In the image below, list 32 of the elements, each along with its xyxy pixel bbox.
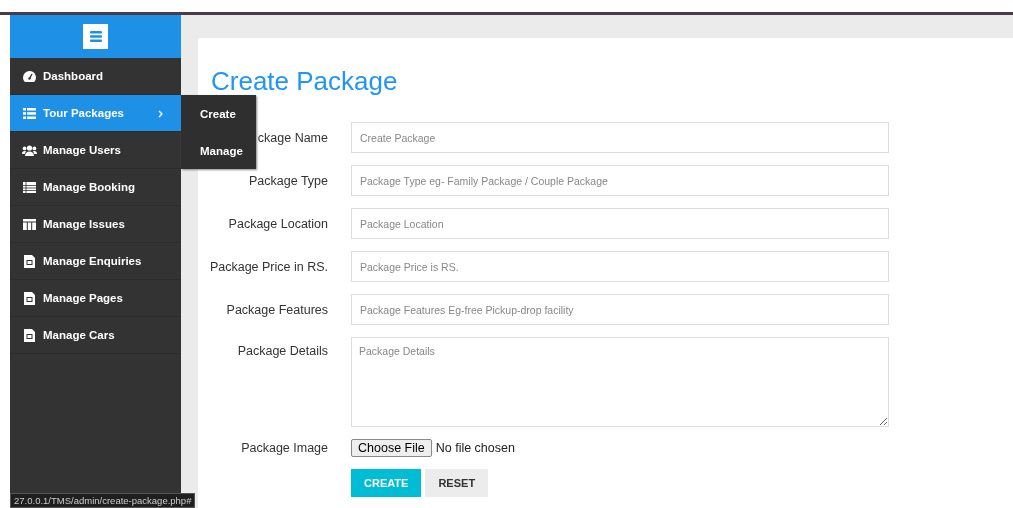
text-area[interactable]: Package Details xyxy=(351,337,889,427)
field-label: Package Price in RS. xyxy=(209,259,328,274)
field-label: Package Image xyxy=(241,441,328,455)
field-label: Package Type xyxy=(249,173,328,188)
menu-icon xyxy=(89,31,102,42)
list-icon xyxy=(23,107,36,119)
table-icon xyxy=(23,181,36,193)
page-title: Create Package xyxy=(211,66,398,97)
field-label: Package Details xyxy=(237,343,328,358)
document-icon xyxy=(24,328,35,342)
file-status: No file chosen xyxy=(435,441,515,455)
document-icon xyxy=(24,254,35,268)
grid-icon xyxy=(23,218,36,230)
field-label: ckage Name xyxy=(257,130,328,145)
field-label: Package Location xyxy=(228,216,328,231)
text-field[interactable]: Package Type eg- Family Package / Couple Package xyxy=(351,165,889,196)
menu-button[interactable] xyxy=(83,24,108,49)
choose-file-button[interactable]: Choose File xyxy=(351,439,432,457)
status-url: 27.0.0.1/TMS/admin/create-package.php# xyxy=(10,493,196,508)
text-field[interactable]: Package Features Eg-free Pickup-drop facility xyxy=(351,294,889,325)
reset-button[interactable]: RESET xyxy=(425,469,489,497)
sidebar-item[interactable]: Manage Users xyxy=(10,132,181,169)
text-field[interactable]: Create Package xyxy=(351,122,889,153)
text-field[interactable]: Package Location xyxy=(351,208,889,239)
dashboard-icon xyxy=(23,70,36,82)
text-field[interactable]: Package Price is RS. xyxy=(351,251,889,282)
users-icon xyxy=(22,144,37,156)
document-icon xyxy=(24,291,35,305)
submenu-item[interactable]: Create xyxy=(181,95,256,132)
field-label: Package Features xyxy=(226,302,328,317)
chevron-icon xyxy=(158,110,163,118)
submenu-item[interactable]: Manage xyxy=(181,132,256,169)
